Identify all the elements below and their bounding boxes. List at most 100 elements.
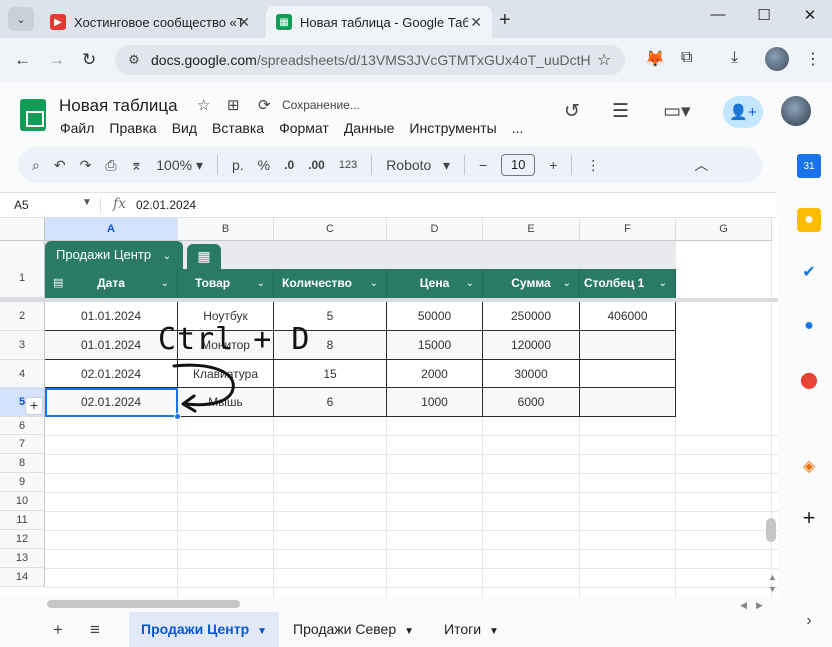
menu-data[interactable]: Данные: [344, 120, 395, 136]
bookmark-star-icon[interactable]: ☆: [597, 50, 611, 70]
metamask-extension-icon[interactable]: 🦊: [645, 49, 665, 69]
spreadsheet-grid[interactable]: A B C D E F G 1 2 3 4 5 6 7 8 9 10 11 12…: [0, 218, 778, 598]
row-header[interactable]: 13: [0, 549, 45, 568]
row-header[interactable]: 8: [0, 454, 45, 473]
decrease-font-size-icon[interactable]: −: [479, 157, 487, 173]
column-header-e[interactable]: E: [483, 218, 580, 241]
table-cell[interactable]: 6: [274, 388, 387, 417]
row-header[interactable]: 3: [0, 331, 45, 360]
scroll-up-icon[interactable]: ▲: [768, 572, 777, 582]
all-sheets-icon[interactable]: ≡: [90, 620, 100, 640]
table-cell[interactable]: 15000: [387, 331, 483, 360]
calendar-icon[interactable]: 31: [797, 154, 821, 178]
new-tab-icon[interactable]: +: [499, 9, 511, 32]
share-button[interactable]: 👤+: [723, 96, 763, 128]
tasks-icon[interactable]: ✔: [797, 260, 821, 284]
table-header-date[interactable]: ▤ Дата ⌄: [45, 269, 178, 298]
chevron-down-icon[interactable]: ⌄: [161, 269, 169, 298]
row-header[interactable]: 11: [0, 511, 45, 530]
close-tab-icon[interactable]: ✕: [470, 14, 482, 31]
contacts-icon[interactable]: ●: [797, 314, 821, 338]
table-cell[interactable]: [580, 331, 676, 360]
paint-format-icon[interactable]: ⌆: [131, 157, 143, 174]
horizontal-scrollbar[interactable]: [47, 600, 240, 608]
font-size-input[interactable]: 10: [501, 154, 536, 176]
currency-format-button[interactable]: р.: [232, 157, 244, 173]
row-header[interactable]: 7: [0, 435, 45, 454]
comments-icon[interactable]: ☰: [612, 100, 629, 123]
menu-edit[interactable]: Правка: [109, 120, 156, 136]
select-all-corner[interactable]: [0, 218, 45, 241]
print-icon[interactable]: ⎙: [105, 157, 116, 174]
table-cell[interactable]: 50000: [387, 302, 483, 331]
scroll-right-icon[interactable]: ▶: [756, 600, 763, 611]
forward-icon[interactable]: →: [48, 50, 65, 70]
site-info-icon[interactable]: ⚙: [121, 52, 147, 68]
history-icon[interactable]: ↺: [564, 100, 580, 123]
table-cell[interactable]: 02.01.2024: [45, 360, 178, 388]
minimize-icon[interactable]: —: [703, 6, 733, 23]
scroll-left-icon[interactable]: ◀: [740, 600, 747, 611]
tab-search-icon[interactable]: ⌄: [8, 7, 34, 31]
table-cell[interactable]: [580, 388, 676, 417]
column-header-c[interactable]: C: [274, 218, 387, 241]
table-cell[interactable]: [580, 360, 676, 388]
row-header[interactable]: 1: [0, 241, 45, 298]
table-cell[interactable]: 406000: [580, 302, 676, 331]
add-row-icon[interactable]: +: [25, 397, 43, 415]
menu-format[interactable]: Формат: [279, 120, 329, 136]
close-tab-icon[interactable]: ✕: [238, 14, 250, 31]
menu-view[interactable]: Вид: [172, 120, 197, 136]
url-input[interactable]: ⚙ docs.google.com/spreadsheets/d/13VMS3J…: [115, 45, 625, 75]
close-window-icon[interactable]: ✕: [795, 6, 825, 24]
decrease-decimal-button[interactable]: .0: [284, 158, 294, 172]
table-header-quantity[interactable]: Количество ⌄: [274, 269, 387, 298]
menu-more[interactable]: ...: [512, 120, 524, 136]
chevron-down-icon[interactable]: ⌄: [370, 269, 378, 298]
doc-title[interactable]: Новая таблица: [59, 96, 178, 116]
star-icon[interactable]: ☆: [197, 96, 210, 114]
percent-format-button[interactable]: %: [258, 157, 270, 173]
table-cell[interactable]: 30000: [483, 360, 580, 388]
row-header[interactable]: 2: [0, 302, 45, 331]
table-header-product[interactable]: Товар ⌄: [178, 269, 274, 298]
chevron-down-icon[interactable]: ⌄: [466, 269, 474, 298]
meet-icon[interactable]: ▭▾: [663, 100, 691, 123]
keep-icon[interactable]: ●: [797, 208, 821, 232]
chevron-down-icon[interactable]: ⌄: [659, 269, 667, 298]
table-header-column1[interactable]: Столбец 1 ⌄: [580, 269, 676, 298]
column-header-d[interactable]: D: [387, 218, 483, 241]
sheet-tab-itogi[interactable]: Итоги ▼: [432, 612, 511, 647]
table-cell[interactable]: 2000: [387, 360, 483, 388]
maps-icon[interactable]: ⬤: [797, 368, 821, 392]
search-menu-icon[interactable]: ⌕: [32, 157, 40, 174]
addon-icon[interactable]: ◈: [797, 454, 821, 478]
menu-file[interactable]: Файл: [60, 120, 94, 136]
profile-avatar[interactable]: [765, 47, 789, 71]
reload-icon[interactable]: ↻: [82, 50, 96, 70]
row-header[interactable]: 4: [0, 360, 45, 388]
undo-icon[interactable]: ↶: [54, 157, 66, 174]
table-cell[interactable]: 120000: [483, 331, 580, 360]
add-sheet-icon[interactable]: +: [53, 620, 63, 640]
scroll-down-icon[interactable]: ▼: [768, 584, 777, 594]
row-header[interactable]: 12: [0, 530, 45, 549]
table-name-chip[interactable]: Продажи Центр ⌄: [45, 241, 183, 269]
column-header-a[interactable]: A: [45, 218, 178, 241]
menu-tools[interactable]: Инструменты: [409, 120, 496, 136]
increase-decimal-button[interactable]: .00: [308, 158, 325, 172]
chevron-down-icon[interactable]: ⌄: [563, 269, 571, 298]
browser-tab-sheets[interactable]: ▦ Новая таблица - Google Табли ✕: [266, 6, 492, 38]
browser-tab-timeweb[interactable]: ▶ Хостинговое сообщество «Tim ✕: [40, 6, 260, 38]
row-header[interactable]: 9: [0, 473, 45, 492]
row-header[interactable]: 6: [0, 417, 45, 435]
show-side-panel-icon[interactable]: ›: [797, 609, 821, 633]
redo-icon[interactable]: ↷: [80, 157, 92, 174]
chevron-down-icon[interactable]: ⌄: [257, 269, 265, 298]
number-format-button[interactable]: 123: [339, 159, 357, 171]
table-cell[interactable]: 250000: [483, 302, 580, 331]
back-icon[interactable]: ←: [14, 50, 31, 70]
get-addons-icon[interactable]: +: [797, 505, 821, 530]
table-header-price[interactable]: Цена ⌄: [387, 269, 483, 298]
column-header-g[interactable]: G: [676, 218, 772, 241]
